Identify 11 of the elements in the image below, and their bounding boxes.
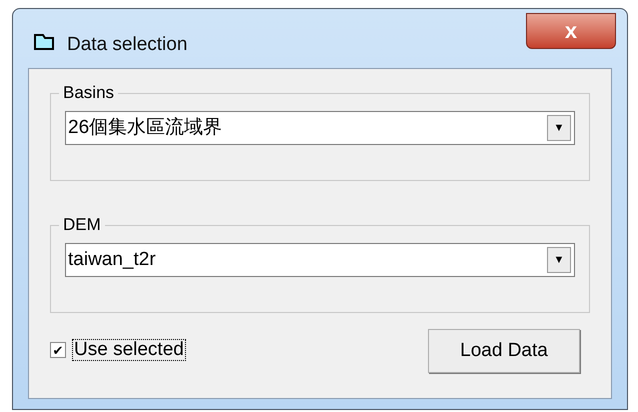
dropdown-value: 26個集水區流域界: [68, 116, 224, 140]
checkbox[interactable]: ✔: [50, 342, 66, 358]
window-icon: [33, 33, 55, 51]
dropdown-arrow-button[interactable]: ▼: [547, 115, 571, 141]
dropdown[interactable]: 26個集水區流域界 ▼: [65, 111, 575, 145]
checkbox-label[interactable]: Use selected: [72, 339, 186, 361]
dropdown-value: taiwan_t2r: [68, 248, 157, 272]
load-data-button[interactable]: Load Data: [428, 329, 580, 373]
dropdown-arrow-button[interactable]: ▼: [547, 247, 571, 273]
dropdown[interactable]: taiwan_t2r ▼: [65, 243, 575, 277]
window-title: Data selection: [67, 33, 188, 57]
